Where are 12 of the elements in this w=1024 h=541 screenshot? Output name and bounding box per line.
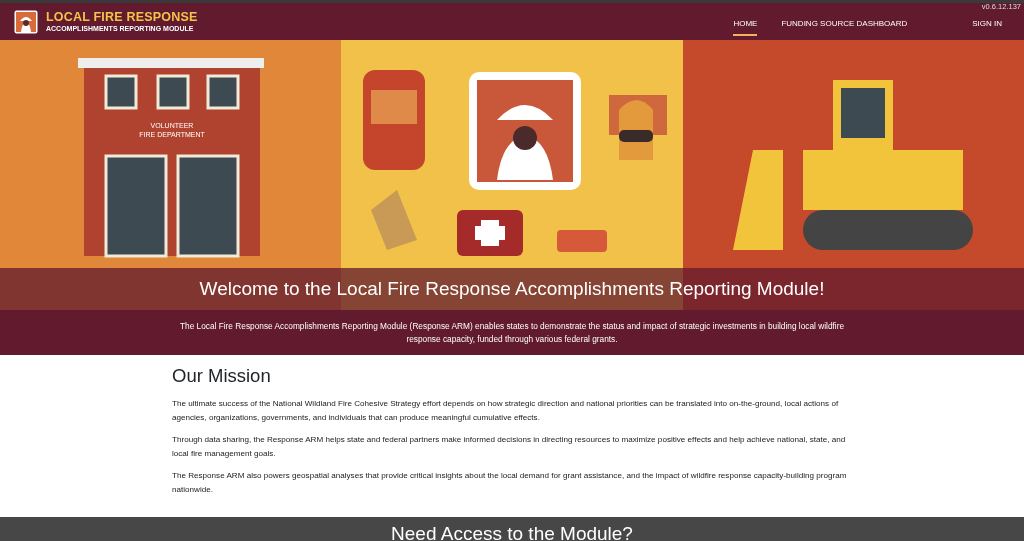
mission-heading: Our Mission	[172, 365, 272, 388]
mission-paragraph: The ultimate success of the National Wildland Fire Cohesive Strategy effort depends on how strategic direction and national priorities can be translated into on-the-ground, local actions of agencies, organizations, governments, and individuals that can produce meaningful cumulative effects.	[172, 398, 840, 424]
firefighter-logo-icon	[14, 9, 38, 34]
app-title: LOCAL FIRE RESPONSE	[46, 10, 198, 24]
intro-text: The Local Fire Response Accomplishments Reporting Module (Response ARM) enables states to demonstrate the status and impact of strategic investments in building local wildfire response capacity, funded through various federal grants.	[178, 319, 846, 346]
nav-tab[interactable]: FUNDING SOURCE DASHBOARD	[781, 15, 908, 36]
access-heading: Need Access to the Module?	[391, 523, 633, 541]
mission-paragraph: Through data sharing, the Response ARM helps state and federal partners make informed decisions in directing resources to maximize positive effects and help achieve national, state, and local fire management goals.	[172, 434, 847, 460]
sign-in-link[interactable]: SIGN IN	[972, 15, 1002, 36]
nav-tab[interactable]: HOME	[733, 15, 758, 36]
mission-paragraph: The Response ARM also powers geospatial analyses that provide critical insights about the local demand for grant assistance, and the impact of wildfire response capacity-building program nationwide.	[172, 470, 848, 496]
welcome-heading: Welcome to the Local Fire Response Accomplishments Reporting Module!	[199, 277, 825, 301]
